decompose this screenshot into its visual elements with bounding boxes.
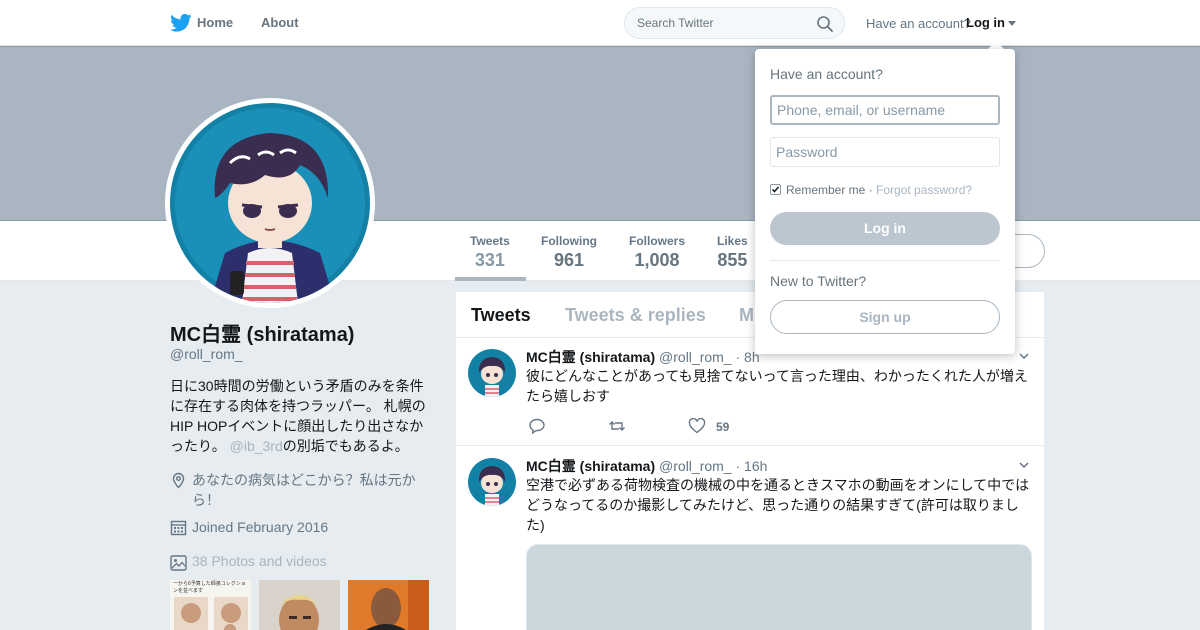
photo-thumbnail-2[interactable] <box>259 580 340 630</box>
thumbnail-3-image <box>348 580 429 630</box>
login-button[interactable]: Log in <box>770 212 1000 245</box>
remember-me-label[interactable]: Remember me <box>786 183 865 197</box>
remember-me-checkbox[interactable] <box>770 184 781 195</box>
nav-about-link[interactable]: About <box>261 15 299 30</box>
profile-bio: 日に30時間の労働という矛盾のみを条件に存在する肉体を持つラッパー。 札幌のHI… <box>170 376 432 456</box>
tab-tweets-and-replies[interactable]: Tweets & replies <box>565 305 706 326</box>
bio-suffix: の別垢でもあるよ。 <box>282 438 409 454</box>
magnifier-icon[interactable] <box>816 15 834 33</box>
tweet-author-name[interactable]: MC白霊 (shiratama) <box>526 349 655 365</box>
search-placeholder: Search Twitter <box>637 16 714 30</box>
avatar-illustration <box>170 103 370 303</box>
tweet-item[interactable]: MC白霊 (shiratama) @roll_rom_ · 8h 彼にどんなこと… <box>456 338 1044 446</box>
reply-icon[interactable] <box>528 418 546 434</box>
location-text: あなたの病気はどこから？私は元から！ <box>192 472 416 508</box>
tweet-author-handle[interactable]: @roll_rom_ <box>659 458 732 474</box>
stat-likes-label: Likes <box>717 234 748 248</box>
search-input[interactable]: Search Twitter <box>624 7 845 39</box>
tweet-author-name[interactable]: MC白霊 (shiratama) <box>526 458 655 474</box>
like-count: 59 <box>716 420 730 434</box>
photos-videos-link[interactable]: 38 Photos and videos <box>192 553 327 569</box>
photo-thumbnail-3[interactable] <box>348 580 429 630</box>
tweet-author-avatar[interactable] <box>468 458 516 506</box>
remember-row: Remember me · Forgot password? <box>786 183 972 197</box>
login-dropdown: Have an account? Remember me · Forgot pa… <box>755 49 1015 354</box>
stat-tweets-label: Tweets <box>470 234 510 248</box>
stat-following-label: Following <box>541 234 597 248</box>
separator-dot: · <box>865 183 877 197</box>
dropdown-divider <box>770 260 1000 261</box>
thumbnail-2-image <box>259 580 340 630</box>
caret-down-icon[interactable] <box>1008 21 1016 26</box>
login-menu-link[interactable]: Log in <box>966 15 1005 30</box>
top-navigation-bar: Home About Search Twitter Have an accoun… <box>0 0 1200 46</box>
tweet-item[interactable]: MC白霊 (shiratama) @roll_rom_ · 16h 空港で必ずあ… <box>456 446 1044 630</box>
photo-icon <box>170 555 187 571</box>
stat-tweets-value: 331 <box>474 250 505 270</box>
tweet-author-handle[interactable]: @roll_rom_ <box>659 349 732 365</box>
stat-likes[interactable]: Likes 855 <box>717 234 748 271</box>
forgot-password-link[interactable]: Forgot password? <box>876 183 972 197</box>
checkmark-icon <box>771 186 780 193</box>
tab-tweets[interactable]: Tweets <box>471 305 531 326</box>
thumbnail-1-caption: 一から6予算した師弟コレクションを並べます <box>173 581 246 594</box>
signup-button[interactable]: Sign up <box>770 300 1000 334</box>
tweet-media-preview[interactable] <box>526 544 1032 630</box>
stat-following-value: 961 <box>553 250 585 270</box>
bio-mention-link[interactable]: @ib_3rd <box>230 438 283 454</box>
twitter-bird-icon[interactable] <box>170 13 192 33</box>
location-pin-icon <box>172 472 185 489</box>
tab-media[interactable]: M <box>739 305 754 326</box>
calendar-icon <box>170 520 187 536</box>
tweet-header: MC白霊 (shiratama) @roll_rom_ · 8h <box>526 347 760 367</box>
stat-followers-value: 1,008 <box>634 250 680 270</box>
nav-home-link[interactable]: Home <box>197 15 233 30</box>
profile-location: あなたの病気はどこから？私は元から！ <box>170 470 432 510</box>
profile-avatar[interactable] <box>165 98 375 308</box>
profile-name[interactable]: MC白霊 (shiratama) <box>170 318 354 347</box>
heart-icon[interactable] <box>688 418 706 434</box>
photo-thumbnail-1[interactable]: 一から6予算した師弟コレクションを並べます <box>170 580 251 630</box>
stat-following[interactable]: Following 961 <box>541 234 597 271</box>
chevron-down-icon[interactable] <box>1019 353 1029 359</box>
tweet-text: 彼にどんなことがあっても見捨てないって言った理由、わかったくれた人が増えたら嬉し… <box>526 368 1028 404</box>
tweet-author-avatar[interactable] <box>468 349 516 397</box>
tweet-timestamp[interactable]: · 16h <box>736 458 768 474</box>
profile-handle[interactable]: @roll_rom_ <box>170 346 243 362</box>
tweet-header: MC白霊 (shiratama) @roll_rom_ · 16h <box>526 456 767 476</box>
profile-join-date: Joined February 2016 <box>170 517 432 537</box>
join-date-text: Joined February 2016 <box>192 519 329 535</box>
active-stat-underline <box>455 277 526 281</box>
tweet-text: 空港で必ずある荷物検査の機械の中を通るときスマホの動画をオンにして中ではどうなっ… <box>526 477 1030 533</box>
stat-followers[interactable]: Followers 1,008 <box>629 234 685 271</box>
dropdown-title: Have an account? <box>770 66 883 82</box>
have-account-label: Have an account? <box>866 16 971 31</box>
stat-likes-value: 855 <box>717 250 748 270</box>
retweet-icon[interactable] <box>608 418 626 434</box>
chevron-down-icon[interactable] <box>1019 462 1029 468</box>
stat-followers-label: Followers <box>629 234 686 248</box>
password-field[interactable] <box>770 137 1000 167</box>
username-field[interactable] <box>770 95 1000 125</box>
new-to-twitter-label: New to Twitter? <box>770 273 867 289</box>
stat-tweets[interactable]: Tweets 331 <box>470 234 510 271</box>
